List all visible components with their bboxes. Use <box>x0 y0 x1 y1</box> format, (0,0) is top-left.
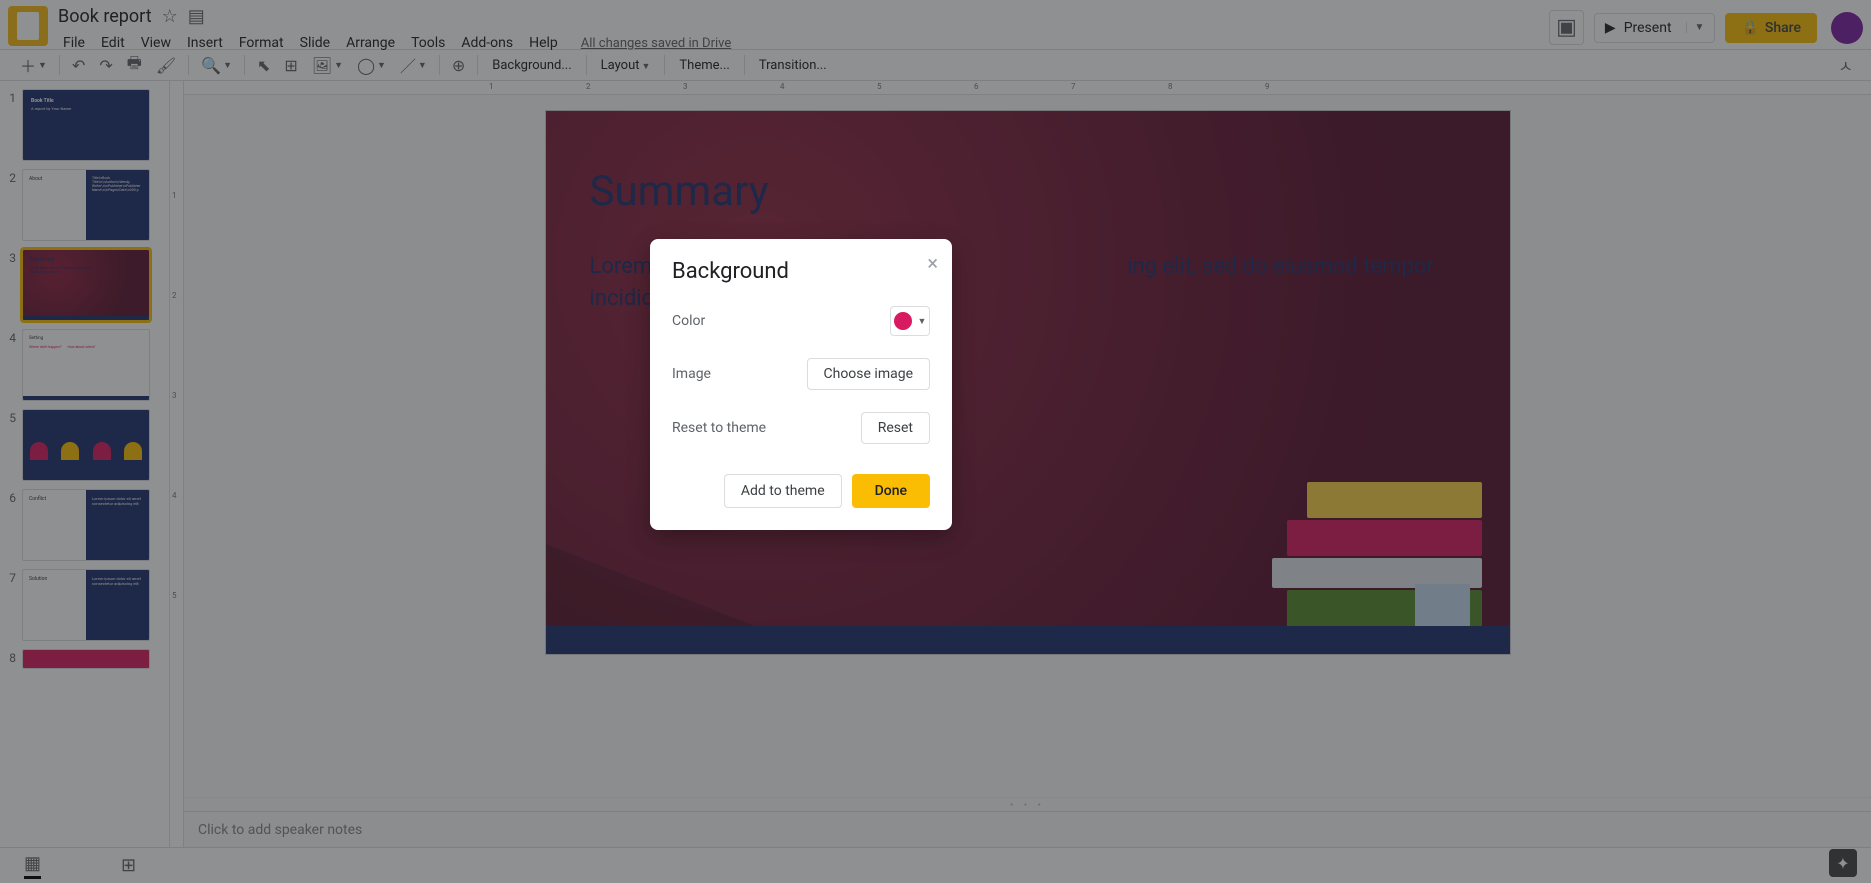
image-label: Image <box>672 366 711 382</box>
reset-button[interactable]: Reset <box>861 412 930 444</box>
color-label: Color <box>672 313 705 329</box>
close-icon[interactable]: × <box>927 251 938 275</box>
done-button[interactable]: Done <box>852 474 930 508</box>
background-dialog: Background × Color ▼ Image Choose image … <box>650 239 952 530</box>
dialog-title: Background <box>672 259 930 284</box>
color-picker[interactable]: ▼ <box>890 306 930 336</box>
reset-label: Reset to theme <box>672 420 766 436</box>
chevron-down-icon: ▼ <box>918 316 927 327</box>
add-to-theme-button[interactable]: Add to theme <box>724 474 842 508</box>
swatch-icon <box>894 312 912 330</box>
choose-image-button[interactable]: Choose image <box>807 358 931 390</box>
